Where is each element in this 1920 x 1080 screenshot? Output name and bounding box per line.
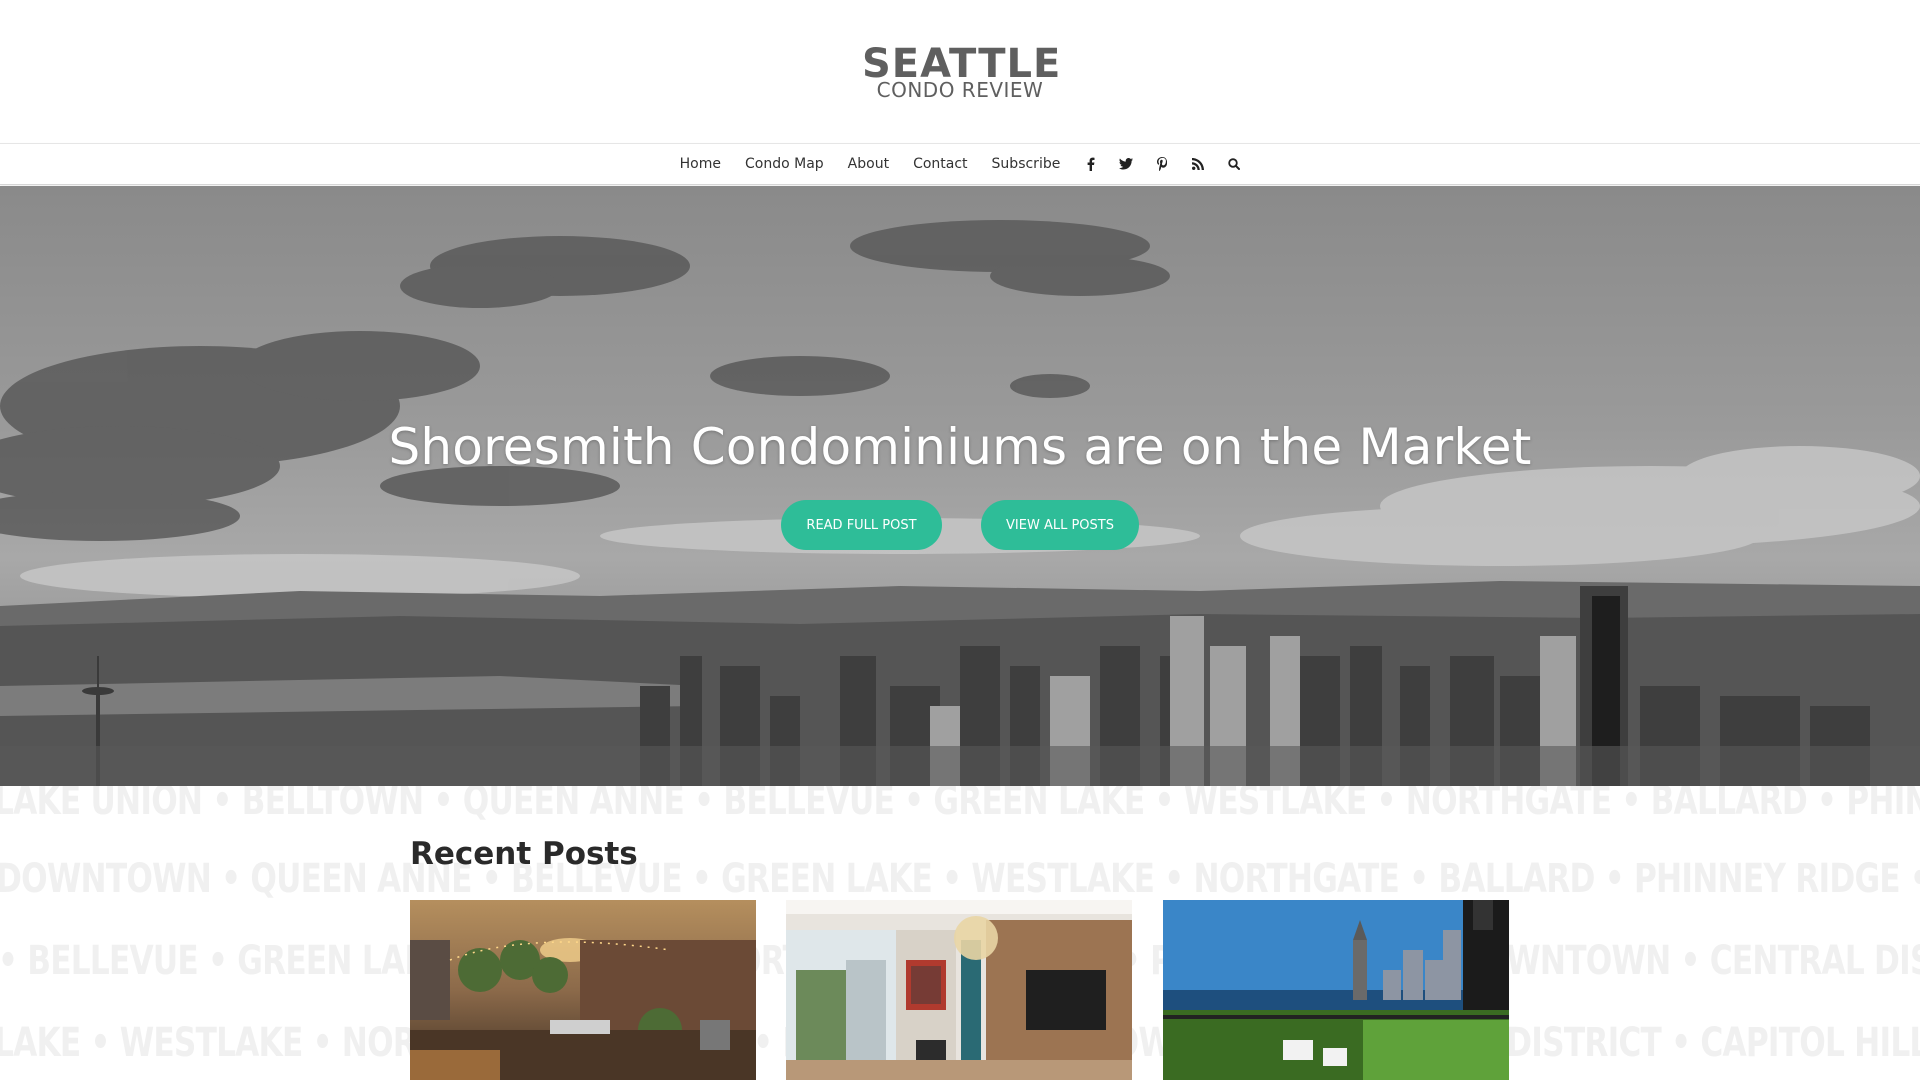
nav-item-condo-map[interactable]: Condo Map	[745, 156, 824, 172]
facebook-icon[interactable]	[1080, 154, 1100, 174]
read-full-post-button[interactable]: READ FULL POST	[781, 500, 942, 550]
seattle-skyline-image	[0, 186, 1920, 786]
nav-item-home[interactable]: Home	[680, 156, 721, 172]
twitter-icon[interactable]	[1116, 154, 1136, 174]
watermark-row: LAKE UNION • BELLTOWN • QUEEN ANNE • BEL…	[0, 786, 1920, 824]
post-card-rooftop-terrace[interactable]	[410, 900, 756, 1080]
hero-title: Shoresmith Condominiums are on the Marke…	[388, 418, 1532, 476]
post-card-city-view[interactable]	[1163, 900, 1509, 1080]
post-thumbnail-image	[410, 900, 756, 1080]
nav-item-about[interactable]: About	[848, 156, 889, 172]
post-thumbnail-image	[1163, 900, 1509, 1080]
post-card-condo-interior[interactable]	[786, 900, 1132, 1080]
nav-item-subscribe[interactable]: Subscribe	[992, 156, 1061, 172]
main-navigation: Home Condo Map About Contact Subscribe	[0, 143, 1920, 185]
post-thumbnail-image	[786, 900, 1132, 1080]
logo-sub-text: CONDO REVIEW	[876, 78, 1044, 102]
search-icon[interactable]	[1224, 154, 1244, 174]
nav-item-contact[interactable]: Contact	[913, 156, 967, 172]
nav-list: Home Condo Map About Contact Subscribe	[0, 144, 1920, 184]
site-logo[interactable]: SEATTLE CONDO REVIEW	[862, 44, 1060, 102]
rss-icon[interactable]	[1188, 154, 1208, 174]
recent-posts-heading: Recent Posts	[410, 836, 638, 872]
watermark-row: DOWNTOWN • QUEEN ANNE • BELLEVUE • GREEN…	[0, 856, 1920, 902]
site-header: SEATTLE CONDO REVIEW	[0, 0, 1920, 143]
view-all-posts-button[interactable]: VIEW ALL POSTS	[981, 500, 1139, 550]
pinterest-icon[interactable]	[1152, 154, 1172, 174]
hero-banner: Shoresmith Condominiums are on the Marke…	[0, 186, 1920, 786]
